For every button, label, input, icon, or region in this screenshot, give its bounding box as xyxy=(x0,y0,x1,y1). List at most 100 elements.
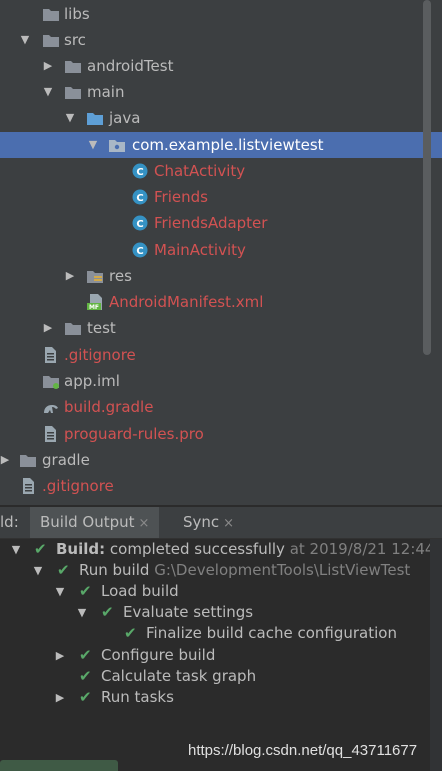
build-row-text: Build: completed successfully at 2019/8/… xyxy=(56,539,434,560)
build-status-label: Build: xyxy=(56,540,106,558)
class-icon: C xyxy=(132,189,148,205)
chevron-right-icon[interactable]: ▶ xyxy=(54,645,66,666)
project-tree: libs ▼ src ▶ androidTest ▼ main ▼ java ▼… xyxy=(0,0,442,505)
chevron-right-icon[interactable]: ▶ xyxy=(41,315,55,341)
build-timestamp: at 2019/8/21 12:44 xyxy=(284,540,435,558)
tree-item-proguard[interactable]: proguard-rules.pro xyxy=(0,421,428,447)
text-file-icon xyxy=(45,426,56,442)
tree-item-label: libs xyxy=(64,5,90,23)
build-step-label: Load build xyxy=(101,582,179,600)
tree-item-gitignore-root[interactable]: .gitignore xyxy=(0,473,428,499)
status-indicator xyxy=(0,760,118,771)
tree-item-test[interactable]: ▶ test xyxy=(0,315,428,341)
check-icon: ✔ xyxy=(57,561,70,579)
tree-item-build-gradle[interactable]: build.gradle xyxy=(0,394,428,420)
resources-folder-icon xyxy=(87,271,103,283)
tree-item-label: ChatActivity xyxy=(154,162,246,180)
close-icon[interactable]: × xyxy=(223,516,234,531)
chevron-right-icon[interactable]: ▶ xyxy=(54,687,66,708)
check-icon: ✔ xyxy=(79,688,92,706)
chevron-right-icon[interactable]: ▶ xyxy=(41,53,55,79)
tree-item-manifest[interactable]: MF AndroidManifest.xml xyxy=(0,289,428,315)
close-icon[interactable]: × xyxy=(139,516,150,531)
build-status-text: completed successfully xyxy=(105,540,285,558)
build-step-label: Run build xyxy=(79,561,150,579)
watermark: https://blog.csdn.net/qq_43711677 xyxy=(188,742,418,759)
build-row-finalize-cache[interactable]: ✔ Finalize build cache configuration xyxy=(0,623,442,644)
text-file-icon xyxy=(45,347,56,363)
folder-icon xyxy=(43,9,59,21)
build-row-evaluate-settings[interactable]: ▼ ✔ Evaluate settings xyxy=(0,602,442,623)
build-row-load-build[interactable]: ▼ ✔ Load build xyxy=(0,581,442,602)
check-icon: ✔ xyxy=(124,624,137,642)
build-step-label: Finalize build cache configuration xyxy=(146,624,397,642)
chevron-right-icon[interactable]: ▶ xyxy=(63,263,77,289)
tree-item-label: test xyxy=(87,319,116,337)
chevron-down-icon[interactable]: ▼ xyxy=(32,560,44,581)
tree-item-res[interactable]: ▶ res xyxy=(0,263,428,289)
build-tab-bar: ld: Build Output × Sync × xyxy=(0,507,442,539)
check-icon: ✔ xyxy=(79,667,92,685)
build-row-configure-build[interactable]: ▶ ✔ Configure build xyxy=(0,645,442,666)
build-step-label: Calculate task graph xyxy=(101,667,257,685)
tree-item-java[interactable]: ▼ java xyxy=(0,105,428,131)
build-path: G:\DevelopmentTools\ListViewTest xyxy=(149,561,411,579)
tree-item-app-iml[interactable]: app.iml xyxy=(0,368,428,394)
tree-item-gitignore-app[interactable]: .gitignore xyxy=(0,342,428,368)
tree-item-label: androidTest xyxy=(87,57,174,75)
tree-item-src[interactable]: ▼ src xyxy=(0,27,428,53)
chevron-down-icon[interactable]: ▼ xyxy=(76,602,88,623)
tree-item-label: main xyxy=(87,83,125,101)
chevron-down-icon[interactable]: ▼ xyxy=(18,27,32,53)
build-row-run-tasks[interactable]: ▶ ✔ Run tasks xyxy=(0,687,442,708)
check-icon: ✔ xyxy=(34,540,47,558)
chevron-down-icon[interactable]: ▼ xyxy=(86,132,100,158)
tree-item-friendsadapter[interactable]: C FriendsAdapter xyxy=(0,210,428,236)
tree-item-label: app.iml xyxy=(64,372,120,390)
tree-item-chatactivity[interactable]: C ChatActivity xyxy=(0,158,428,184)
tab-build-output[interactable]: Build Output × xyxy=(30,507,160,538)
tree-scrollbar[interactable] xyxy=(423,0,431,355)
tree-item-gradle[interactable]: ▶ gradle xyxy=(0,447,428,473)
class-icon: C xyxy=(132,242,148,258)
tree-item-label: AndroidManifest.xml xyxy=(109,293,264,311)
tab-label: Build Output xyxy=(40,513,135,531)
build-step-label: Run tasks xyxy=(101,688,174,706)
tree-item-label: proguard-rules.pro xyxy=(64,425,204,443)
svg-text:C: C xyxy=(136,219,143,230)
build-row-run-build[interactable]: ▼ ✔ Run build G:\DevelopmentTools\ListVi… xyxy=(0,560,442,581)
folder-icon xyxy=(65,61,81,73)
tree-item-label: gradle xyxy=(42,451,90,469)
chevron-down-icon[interactable]: ▼ xyxy=(54,581,66,602)
tab-sync[interactable]: Sync × xyxy=(173,507,244,538)
build-scrollbar[interactable] xyxy=(430,539,442,771)
build-row-root[interactable]: ▼ ✔ Build: completed successfully at 201… xyxy=(0,539,442,560)
manifest-file-icon: MF xyxy=(87,294,102,310)
text-file-icon xyxy=(23,478,34,494)
svg-text:C: C xyxy=(136,167,143,178)
tree-item-friends[interactable]: C Friends xyxy=(0,184,428,210)
folder-icon xyxy=(65,323,81,335)
build-row-task-graph[interactable]: ✔ Calculate task graph xyxy=(0,666,442,687)
tree-item-libs[interactable]: libs xyxy=(0,1,428,27)
chevron-right-icon[interactable]: ▶ xyxy=(0,447,12,473)
folder-icon xyxy=(65,87,81,99)
tree-item-main[interactable]: ▼ main xyxy=(0,79,428,105)
tree-item-label: java xyxy=(109,109,141,127)
svg-text:C: C xyxy=(136,246,143,257)
class-icon: C xyxy=(132,163,148,179)
chevron-down-icon[interactable]: ▼ xyxy=(41,79,55,105)
module-file-icon xyxy=(43,376,59,389)
tree-item-androidtest[interactable]: ▶ androidTest xyxy=(0,53,428,79)
chevron-down-icon[interactable]: ▼ xyxy=(10,539,22,560)
svg-text:C: C xyxy=(136,193,143,204)
class-icon: C xyxy=(132,215,148,231)
tree-item-label: .gitignore xyxy=(64,346,136,364)
package-icon xyxy=(109,140,125,152)
build-step-label: Configure build xyxy=(101,646,216,664)
folder-icon xyxy=(20,455,36,467)
tree-item-package[interactable]: ▼ com.example.listviewtest xyxy=(0,132,442,158)
folder-icon xyxy=(43,35,59,47)
chevron-down-icon[interactable]: ▼ xyxy=(63,105,77,131)
tree-item-mainactivity[interactable]: C MainActivity xyxy=(0,237,428,263)
